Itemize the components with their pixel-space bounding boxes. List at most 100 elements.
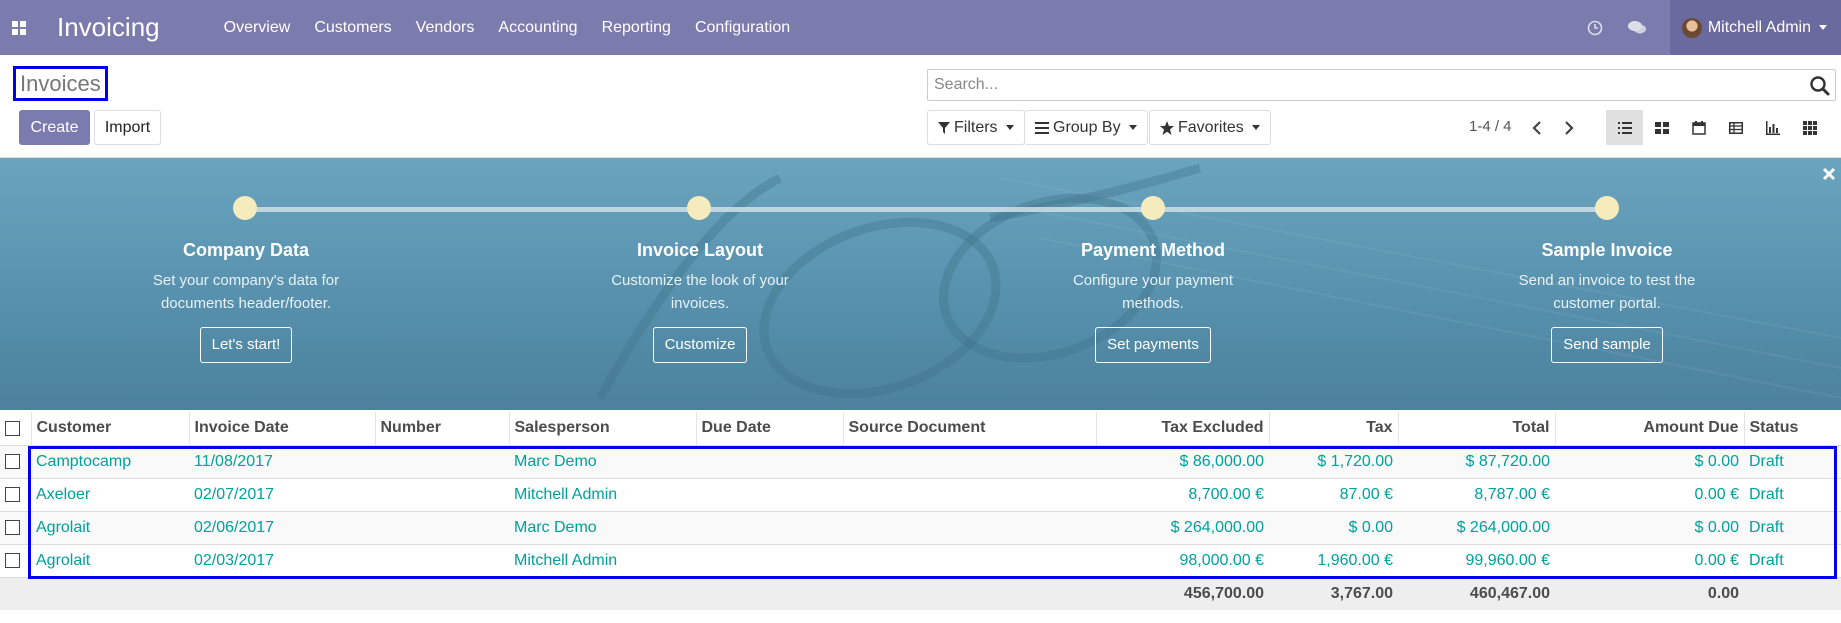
list-view-icon[interactable] xyxy=(1606,110,1643,145)
cell-total[interactable]: $ 87,720.00 xyxy=(1398,445,1555,479)
cell-customer[interactable]: Axeloer xyxy=(31,478,189,512)
user-menu[interactable]: Mitchell Admin xyxy=(1669,0,1841,55)
import-button[interactable]: Import xyxy=(94,110,161,145)
cell-number[interactable] xyxy=(375,445,509,479)
cell-due-date[interactable] xyxy=(696,478,843,512)
table-row[interactable]: Camptocamp 11/08/2017 Marc Demo $ 86,000… xyxy=(0,445,1841,479)
pager-previous-icon[interactable] xyxy=(1524,115,1550,141)
cell-tax[interactable]: 1,960.00 € xyxy=(1269,544,1398,578)
control-panel: Invoices Create Import Filters Group By … xyxy=(0,55,1841,158)
row-checkbox[interactable] xyxy=(0,511,31,545)
menu-item-customers[interactable]: Customers xyxy=(314,19,391,37)
cell-amount-due[interactable]: 0.00 € xyxy=(1555,544,1744,578)
grid-view-icon[interactable] xyxy=(1791,110,1828,145)
send-sample-button[interactable]: Send sample xyxy=(1551,327,1663,363)
cell-invoice-date[interactable]: 02/03/2017 xyxy=(189,544,375,578)
cell-total[interactable]: 99,960.00 € xyxy=(1398,544,1555,578)
table-header-row: Customer Invoice Date Number Salesperson… xyxy=(0,412,1841,446)
app-name[interactable]: Invoicing xyxy=(57,12,160,43)
cell-source-document[interactable] xyxy=(843,445,1096,479)
column-header-customer[interactable]: Customer xyxy=(31,412,190,446)
cell-number[interactable] xyxy=(375,511,509,545)
menu-item-configuration[interactable]: Configuration xyxy=(695,19,790,37)
cell-customer[interactable]: Agrolait xyxy=(31,544,189,578)
cell-invoice-date[interactable]: 02/06/2017 xyxy=(189,511,375,545)
cell-invoice-date[interactable]: 02/07/2017 xyxy=(189,478,375,512)
filters-button[interactable]: Filters xyxy=(927,110,1025,145)
calendar-view-icon[interactable] xyxy=(1680,110,1717,145)
cell-status[interactable]: Draft xyxy=(1744,544,1841,578)
group-by-button[interactable]: Group By xyxy=(1024,110,1148,145)
cell-due-date[interactable] xyxy=(696,511,843,545)
apps-grid-icon[interactable] xyxy=(0,0,38,55)
column-header-invoice-date[interactable]: Invoice Date xyxy=(189,412,376,446)
column-header-source-document[interactable]: Source Document xyxy=(843,412,1097,446)
cell-due-date[interactable] xyxy=(696,544,843,578)
pager-value[interactable]: 1-4 / 4 xyxy=(1469,118,1512,135)
cell-source-document[interactable] xyxy=(843,511,1096,545)
column-header-due-date[interactable]: Due Date xyxy=(696,412,844,446)
pivot-view-icon[interactable] xyxy=(1717,110,1754,145)
cell-tax[interactable]: $ 0.00 xyxy=(1269,511,1398,545)
cell-source-document[interactable] xyxy=(843,478,1096,512)
cell-salesperson[interactable]: Mitchell Admin xyxy=(509,478,696,512)
cell-status[interactable]: Draft xyxy=(1744,478,1841,512)
row-checkbox[interactable] xyxy=(0,478,31,512)
menu-item-overview[interactable]: Overview xyxy=(224,19,291,37)
lets-start-button[interactable]: Let's start! xyxy=(199,327,293,363)
column-header-tax-excluded[interactable]: Tax Excluded xyxy=(1096,412,1270,446)
cell-amount-due[interactable]: $ 0.00 xyxy=(1555,445,1744,479)
menu-item-accounting[interactable]: Accounting xyxy=(498,19,577,37)
table-row[interactable]: Axeloer 02/07/2017 Mitchell Admin 8,700.… xyxy=(0,478,1841,512)
cell-customer[interactable]: Agrolait xyxy=(31,511,189,545)
column-header-tax[interactable]: Tax xyxy=(1269,412,1399,446)
cell-invoice-date[interactable]: 11/08/2017 xyxy=(189,445,375,479)
cell-status[interactable]: Draft xyxy=(1744,445,1841,479)
row-checkbox[interactable] xyxy=(0,445,31,479)
column-header-total[interactable]: Total xyxy=(1398,412,1556,446)
search-icon[interactable] xyxy=(1809,75,1831,97)
cell-tax-excluded[interactable]: $ 86,000.00 xyxy=(1096,445,1269,479)
chat-icon[interactable] xyxy=(1616,0,1658,55)
page-title[interactable]: Invoices xyxy=(13,66,108,101)
cell-customer[interactable]: Camptocamp xyxy=(31,445,189,479)
cell-tax-excluded[interactable]: 98,000.00 € xyxy=(1096,544,1269,578)
set-payments-button[interactable]: Set payments xyxy=(1095,327,1211,363)
cell-amount-due[interactable]: $ 0.00 xyxy=(1555,511,1744,545)
cell-salesperson[interactable]: Marc Demo xyxy=(509,445,696,479)
close-icon[interactable] xyxy=(1821,166,1837,182)
cell-number[interactable] xyxy=(375,544,509,578)
cell-total[interactable]: $ 264,000.00 xyxy=(1398,511,1555,545)
column-header-amount-due[interactable]: Amount Due xyxy=(1555,412,1745,446)
create-button[interactable]: Create xyxy=(19,110,90,145)
cell-tax-excluded[interactable]: $ 264,000.00 xyxy=(1096,511,1269,545)
cell-total[interactable]: 8,787.00 € xyxy=(1398,478,1555,512)
table-row[interactable]: Agrolait 02/03/2017 Mitchell Admin 98,00… xyxy=(0,544,1841,578)
cell-salesperson[interactable]: Mitchell Admin xyxy=(509,544,696,578)
cell-status[interactable]: Draft xyxy=(1744,511,1841,545)
clock-icon[interactable] xyxy=(1574,0,1616,55)
kanban-view-icon[interactable] xyxy=(1643,110,1680,145)
row-checkbox[interactable] xyxy=(0,544,31,578)
search-input[interactable] xyxy=(928,70,1788,100)
cell-tax[interactable]: $ 1,720.00 xyxy=(1269,445,1398,479)
customize-button[interactable]: Customize xyxy=(652,327,748,363)
table-row[interactable]: Agrolait 02/06/2017 Marc Demo $ 264,000.… xyxy=(0,511,1841,545)
cell-tax-excluded[interactable]: 8,700.00 € xyxy=(1096,478,1269,512)
column-header-number[interactable]: Number xyxy=(375,412,510,446)
favorites-label: Favorites xyxy=(1178,118,1244,136)
graph-view-icon[interactable] xyxy=(1754,110,1791,145)
menu-item-reporting[interactable]: Reporting xyxy=(602,19,671,37)
pager-next-icon[interactable] xyxy=(1556,115,1582,141)
menu-item-vendors[interactable]: Vendors xyxy=(416,19,475,37)
select-all-checkbox[interactable] xyxy=(0,412,32,446)
cell-tax[interactable]: 87.00 € xyxy=(1269,478,1398,512)
cell-number[interactable] xyxy=(375,478,509,512)
column-header-salesperson[interactable]: Salesperson xyxy=(509,412,697,446)
cell-source-document[interactable] xyxy=(843,544,1096,578)
column-header-status[interactable]: Status xyxy=(1744,412,1841,446)
cell-amount-due[interactable]: 0.00 € xyxy=(1555,478,1744,512)
cell-salesperson[interactable]: Marc Demo xyxy=(509,511,696,545)
favorites-button[interactable]: Favorites xyxy=(1149,110,1271,145)
cell-due-date[interactable] xyxy=(696,445,843,479)
